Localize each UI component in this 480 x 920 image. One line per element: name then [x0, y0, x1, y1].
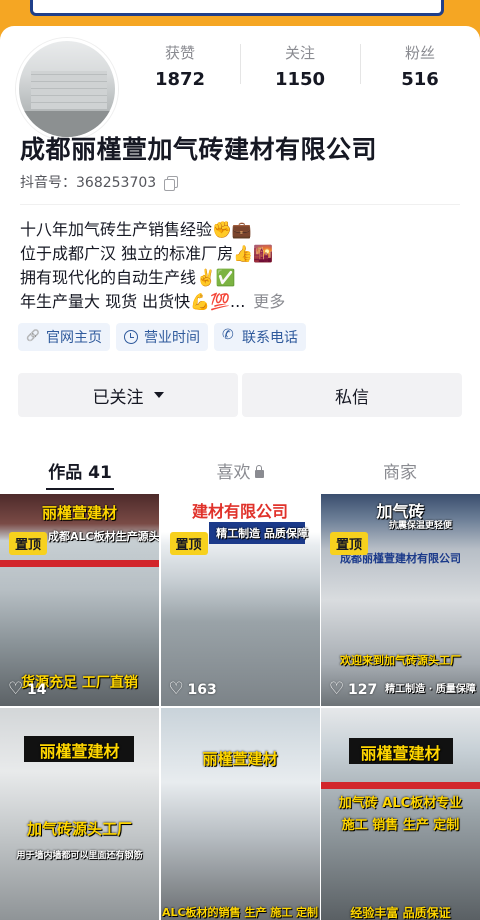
thumb-caption: 欢迎来到加气砖源头工厂	[340, 654, 461, 667]
stat-label: 关注	[284, 44, 315, 62]
chip-hours[interactable]: 营业时间	[116, 323, 208, 351]
crane-beam	[0, 560, 159, 567]
avatar[interactable]	[16, 38, 118, 140]
chip-label: 官网主页	[46, 330, 102, 346]
message-label: 私信	[335, 387, 369, 408]
stat-value: 516	[401, 69, 439, 90]
follow-button[interactable]: 已关注	[18, 373, 238, 417]
profile-name: 成都丽槿萱加气砖建材有限公司	[20, 135, 378, 164]
heart-icon	[8, 679, 23, 699]
crane-beam	[321, 782, 480, 789]
tab-merchant[interactable]: 商家	[320, 448, 480, 490]
profile-stats: 获赞 1872 关注 1150 粉丝 516	[120, 36, 480, 96]
stat-following[interactable]: 关注 1150	[240, 36, 360, 96]
video-thumb[interactable]: 建材有限公司 精工制造 品质保障 置顶 163	[160, 494, 320, 706]
like-count: 163	[169, 679, 217, 699]
video-grid: 丽槿萱建材 成都ALC板材生产源头厂家 置顶 货源充足 工厂直销 14 建材有限…	[0, 494, 480, 920]
profile-sheet: 获赞 1872 关注 1150 粉丝 516 成都丽槿萱加气砖建材有限公司 抖音…	[0, 26, 480, 920]
like-count: 14	[8, 679, 47, 699]
phone-icon	[222, 327, 236, 344]
divider	[20, 204, 460, 205]
chip-label: 营业时间	[144, 330, 200, 346]
like-count-text: 127	[348, 682, 378, 698]
thumb-caption: 加气砖源头工厂	[26, 820, 132, 838]
thumb-company: 施工 销售 生产 定制	[341, 818, 460, 833]
bio-line: 拥有现代化的自动生产线✌️✅	[20, 268, 236, 287]
tab-label: 喜欢	[216, 463, 251, 483]
chevron-down-icon	[153, 392, 164, 398]
like-count-text: 163	[187, 682, 217, 698]
thumb-title: 丽槿萱建材	[39, 742, 120, 761]
bio-line-last: 年生产量大 现货 出货快💪💯... 更多	[20, 290, 285, 314]
video-thumb[interactable]: 丽槿萱建材 成都ALC板材生产源头厂家 置顶 货源充足 工厂直销 14	[0, 494, 159, 706]
pinned-badge: 置顶	[330, 532, 369, 555]
like-count: 127	[329, 679, 378, 699]
copy-icon[interactable]	[164, 175, 179, 191]
thumb-title: 丽槿萱建材	[360, 744, 441, 763]
pinned-badge: 置顶	[9, 532, 48, 555]
stat-value: 1150	[274, 69, 326, 90]
thumb-title: 丽槿萱建材	[202, 750, 278, 768]
link-icon	[26, 330, 40, 344]
like-count-text: 14	[27, 682, 47, 698]
bio-line-text: 年生产量大 现货 出货快💪💯...	[20, 292, 246, 311]
stat-likes[interactable]: 获赞 1872	[120, 36, 240, 96]
thumb-caption: 经验丰富 品质保证	[350, 906, 451, 920]
tab-label: 商家	[383, 463, 417, 483]
thumb-subtitle: 抗震保温更轻便	[388, 521, 452, 531]
banner-card	[30, 0, 444, 16]
thumb-footer: 用于墙内墙都可以里面还有钢筋	[16, 851, 143, 861]
tab-likes[interactable]: 喜欢	[160, 448, 320, 490]
douyin-id-text: 抖音号：368253703	[20, 175, 157, 191]
video-thumb[interactable]: 丽槿萱建材 ALC板材的销售 生产 施工 定制	[160, 708, 320, 920]
profile-bio[interactable]: 十八年加气砖生产销售经验✊💼 位于成都广汉 独立的标准厂房👍🌇 拥有现代化的自动…	[20, 218, 285, 314]
thumb-title: 建材有限公司	[191, 502, 288, 521]
clock-icon	[124, 330, 138, 344]
lock-icon	[254, 465, 264, 478]
bio-line: 十八年加气砖生产销售经验✊💼	[20, 220, 252, 239]
video-thumb[interactable]: 丽槿萱建材 加气砖源头工厂 用于墙内墙都可以里面还有钢筋	[0, 708, 159, 920]
stat-label: 粉丝	[404, 44, 435, 62]
profile-chips: 官网主页 营业时间 联系电话	[18, 323, 306, 351]
thumb-title: 丽槿萱建材	[41, 504, 117, 522]
content-tabs: 作品 41 喜欢 商家	[0, 448, 480, 490]
tab-label: 作品 41	[48, 463, 112, 483]
thumb-caption: ALC板材的销售 生产 施工 定制	[161, 906, 319, 919]
message-button[interactable]: 私信	[242, 373, 462, 417]
stat-followers[interactable]: 粉丝 516	[360, 36, 480, 96]
video-thumb[interactable]: 丽槿萱建材 加气砖 ALC板材专业 施工 销售 生产 定制 经验丰富 品质保证	[321, 708, 480, 920]
tab-works[interactable]: 作品 41	[0, 448, 160, 490]
stat-label: 获赞	[164, 44, 195, 62]
thumb-subtitle: 加气砖 ALC板材专业	[338, 796, 463, 811]
video-thumb[interactable]: 加气砖 抗震保温更轻便 成都丽槿萱建材有限公司 置顶 欢迎来到加气砖源头工厂 精…	[321, 494, 480, 706]
heart-icon	[169, 679, 184, 699]
bio-line: 位于成都广汉 独立的标准厂房👍🌇	[20, 244, 273, 263]
chip-website[interactable]: 官网主页	[18, 323, 110, 351]
follow-label: 已关注	[92, 387, 144, 408]
heart-icon	[329, 679, 344, 699]
pinned-badge: 置顶	[169, 532, 208, 555]
chip-label: 联系电话	[242, 330, 298, 346]
chip-phone[interactable]: 联系电话	[214, 323, 306, 351]
more-link[interactable]: 更多	[253, 292, 285, 311]
avatar-brick-stack	[31, 71, 107, 109]
stat-value: 1872	[154, 69, 206, 90]
douyin-id: 抖音号：368253703	[20, 172, 179, 192]
